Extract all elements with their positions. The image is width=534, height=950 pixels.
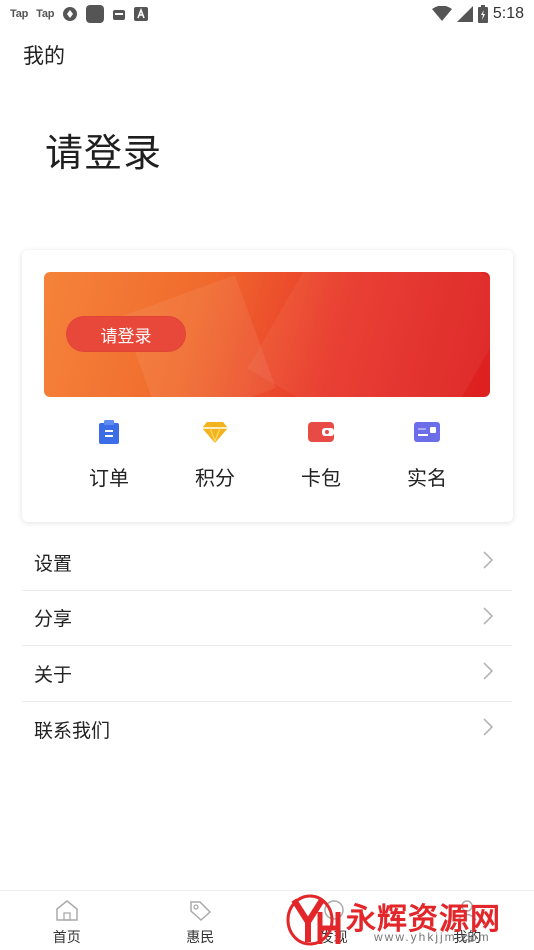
nav-tab-label: 惠民 — [186, 930, 215, 946]
diamond-icon — [202, 418, 228, 446]
square-app-icon — [86, 5, 105, 23]
status-left: Tap Tap — [10, 5, 149, 23]
quick-link-real-name[interactable]: 实名 — [374, 418, 480, 491]
home-icon — [55, 899, 79, 925]
nav-tab-home[interactable]: 首页 — [0, 891, 134, 950]
quick-link-card-wallet[interactable]: 卡包 — [268, 418, 374, 491]
wifi-icon — [431, 6, 452, 22]
taptap-app-label-2: Tap — [36, 8, 55, 20]
nav-tab-label: 发现 — [319, 930, 348, 946]
status-right: 5:18 — [431, 5, 524, 23]
nav-tab-discover[interactable]: 发现 — [267, 891, 401, 950]
chevron-right-icon — [482, 661, 494, 685]
quick-link-label: 订单 — [89, 466, 129, 490]
wallet-icon — [308, 418, 334, 446]
menu-item-share[interactable]: 分享 — [22, 591, 512, 646]
bottom-nav: 首页 惠民 发现 我的 — [0, 890, 534, 950]
quick-link-orders[interactable]: 订单 — [56, 418, 162, 491]
login-heading[interactable]: 请登录 — [45, 122, 162, 177]
profile-icon — [455, 899, 479, 925]
login-banner[interactable]: 请登录 — [44, 272, 490, 397]
nav-tab-benefits[interactable]: 惠民 — [134, 891, 268, 950]
nav-tab-label: 首页 — [52, 930, 81, 946]
menu-item-label: 关于 — [34, 663, 73, 686]
chevron-right-icon — [482, 550, 494, 574]
chevron-right-icon — [482, 717, 494, 741]
battery-icon — [477, 5, 488, 23]
menu-item-label: 设置 — [34, 552, 73, 575]
robot-icon — [112, 7, 126, 21]
taptap-app-label: Tap — [10, 8, 29, 20]
menu-item-contact-us[interactable]: 联系我们 — [22, 702, 512, 758]
chevron-right-icon — [482, 606, 494, 630]
font-a-icon — [134, 7, 149, 21]
member-card: 请登录 订单 积分 卡包 实名 — [22, 250, 513, 522]
id-card-icon — [414, 418, 440, 446]
menu-item-label: 联系我们 — [34, 719, 111, 742]
clock: 5:18 — [492, 5, 524, 22]
nav-tab-label: 我的 — [453, 930, 482, 946]
quick-link-label: 实名 — [407, 466, 447, 490]
tag-icon — [188, 899, 212, 925]
page-title: 我的 — [23, 44, 65, 68]
quick-link-label: 积分 — [195, 466, 235, 490]
quick-link-points[interactable]: 积分 — [162, 418, 268, 491]
quick-link-label: 卡包 — [301, 466, 341, 490]
discover-icon — [322, 899, 346, 925]
menu-item-settings[interactable]: 设置 — [22, 535, 512, 591]
banner-login-button[interactable]: 请登录 — [66, 316, 186, 352]
menu-item-about[interactable]: 关于 — [22, 646, 512, 702]
signal-icon — [456, 6, 473, 22]
quick-links: 订单 积分 卡包 实名 — [56, 418, 480, 491]
clipboard-icon — [98, 418, 120, 446]
menu-item-label: 分享 — [34, 608, 73, 631]
nav-tab-mine[interactable]: 我的 — [401, 891, 534, 950]
banner-decoration-2 — [247, 272, 490, 397]
settings-menu: 设置 分享 关于 联系我们 — [22, 535, 512, 757]
status-bar: Tap Tap 5:18 — [0, 0, 534, 28]
refresh-icon — [62, 6, 78, 22]
